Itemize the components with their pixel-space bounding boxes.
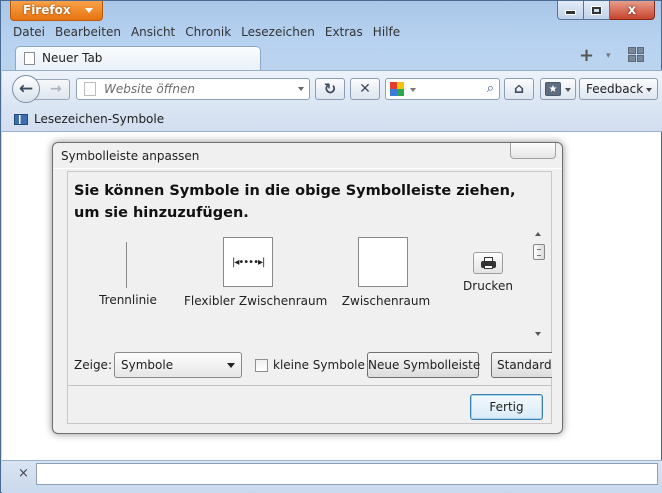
dialog-titlebar: Symbolleiste anpassen (53, 143, 562, 169)
google-icon[interactable] (390, 82, 404, 96)
tab-groups-icon[interactable] (628, 47, 644, 62)
space-icon (358, 237, 408, 287)
palette-item-label: Flexibler Zwischenraum (184, 294, 328, 308)
reload-button[interactable]: ↻ (315, 78, 345, 100)
dialog-title: Symbolleiste anpassen (61, 149, 200, 163)
close-icon: x (627, 2, 637, 18)
menu-chronik[interactable]: Chronik (179, 23, 235, 43)
stop-icon: ✕ (359, 81, 371, 97)
bookmarks-toolbar-icon (14, 114, 28, 125)
close-button[interactable]: x (610, 1, 655, 20)
stop-button[interactable]: ✕ (350, 78, 380, 100)
chevron-down-icon (646, 88, 652, 92)
bookmarks-menu-button[interactable]: ★ (540, 78, 576, 100)
tab-list-button[interactable]: ▾ (606, 51, 611, 61)
dialog-body: Sie können Symbole in die obige Symbolle… (67, 171, 552, 424)
palette-item-separator[interactable]: Trennlinie (88, 232, 168, 312)
scroll-up-icon[interactable] (535, 232, 541, 236)
maximize-icon (591, 5, 602, 15)
page-icon (24, 52, 35, 65)
menu-lesezeichen[interactable]: Lesezeichen (235, 23, 319, 43)
menu-hilfe[interactable]: Hilfe (367, 23, 404, 43)
chevron-down-icon[interactable] (410, 88, 416, 92)
url-placeholder: Website öffnen (104, 82, 195, 96)
navigation-toolbar: → ← Website öffnen ↻ ✕ ⌕ ⌂ ★ Feedback (2, 70, 662, 106)
show-mode-select[interactable]: Symbole (114, 352, 242, 378)
menu-datei[interactable]: Datei (7, 23, 49, 43)
menu-extras[interactable]: Extras (319, 23, 367, 43)
chevron-down-icon[interactable] (298, 87, 304, 91)
window-controls: x (557, 1, 655, 21)
scroll-down-icon[interactable] (535, 332, 541, 336)
show-label: Zeige: (74, 358, 112, 372)
firefox-app-button[interactable]: Firefox (10, 1, 103, 21)
reload-icon: ↻ (323, 80, 337, 98)
chevron-down-icon (227, 363, 235, 368)
dialog-controls-row: Zeige: Symbole kleine Symbole Neue Symbo… (68, 350, 552, 380)
scrollbar-thumb[interactable] (533, 244, 545, 260)
separator-icon (126, 242, 127, 288)
find-input[interactable] (36, 463, 658, 485)
forward-arrow-icon: → (50, 81, 62, 97)
search-icon[interactable]: ⌕ (487, 81, 494, 96)
menu-ansicht[interactable]: Ansicht (125, 23, 179, 43)
toolbar-palette: Trennlinie |◂••••▸| Flexibler Zwischenra… (68, 232, 538, 342)
chevron-down-icon (85, 8, 93, 13)
maximize-button[interactable] (584, 1, 610, 20)
minimize-button[interactable] (557, 1, 584, 20)
page-icon (84, 82, 96, 96)
palette-item-flexible-space[interactable]: |◂••••▸| Flexibler Zwischenraum (184, 232, 328, 312)
minimize-icon (565, 10, 576, 15)
url-bar[interactable]: Website öffnen (76, 78, 310, 100)
app-button-label: Firefox (23, 3, 71, 17)
close-icon[interactable]: × (18, 466, 29, 481)
find-bar: × (2, 460, 662, 493)
palette-scrollbar[interactable] (532, 230, 546, 338)
tab-label: Neuer Tab (42, 51, 103, 65)
new-tab-button[interactable]: + (579, 45, 594, 66)
new-toolbar-button[interactable]: Neue Symbolleiste (367, 352, 480, 378)
feedback-label: Feedback (586, 82, 644, 96)
dialog-heading: Sie können Symbole in die obige Symbolle… (74, 183, 516, 221)
home-button[interactable]: ⌂ (504, 78, 534, 100)
bookmark-star-icon: ★ (545, 82, 561, 96)
back-forward-group: → ← (12, 75, 70, 103)
palette-item-label: Drucken (463, 279, 513, 293)
palette-item-print[interactable]: Drucken (448, 232, 528, 312)
small-icons-label[interactable]: kleine Symbole (273, 358, 365, 372)
print-icon (481, 257, 496, 269)
dialog-divider (68, 385, 551, 386)
chevron-down-icon (565, 88, 571, 92)
bookmarks-toolbar-item[interactable]: Lesezeichen-Symbole (34, 112, 164, 126)
tab-neuer-tab[interactable]: Neuer Tab (15, 46, 261, 70)
small-icons-checkbox[interactable] (255, 359, 268, 372)
search-input[interactable]: ⌕ (385, 78, 500, 100)
customize-toolbar-dialog: Symbolleiste anpassen Sie können Symbole… (52, 142, 563, 434)
menubar: Datei Bearbeiten Ansicht Chronik Lesezei… (7, 23, 404, 43)
palette-item-label: Zwischenraum (341, 294, 431, 308)
home-icon: ⌂ (513, 81, 525, 97)
feedback-button[interactable]: Feedback (579, 78, 658, 100)
flexible-space-icon: |◂••••▸| (223, 237, 273, 287)
dialog-close-button[interactable] (510, 143, 556, 159)
show-mode-value: Symbole (121, 358, 174, 372)
palette-item-space[interactable]: Zwischenraum (336, 232, 436, 312)
bookmarks-toolbar: Lesezeichen-Symbole (2, 106, 662, 132)
restore-default-button[interactable]: Standard wiederherstellen (491, 352, 552, 378)
back-button[interactable]: ← (12, 75, 40, 103)
palette-item-label: Trennlinie (99, 293, 157, 307)
print-button (473, 252, 503, 274)
done-button[interactable]: Fertig (470, 394, 543, 420)
back-arrow-icon: ← (18, 79, 34, 99)
menu-bearbeiten[interactable]: Bearbeiten (49, 23, 125, 43)
browser-window: Firefox x Datei Bearbeiten Ansicht Chron… (0, 0, 662, 493)
